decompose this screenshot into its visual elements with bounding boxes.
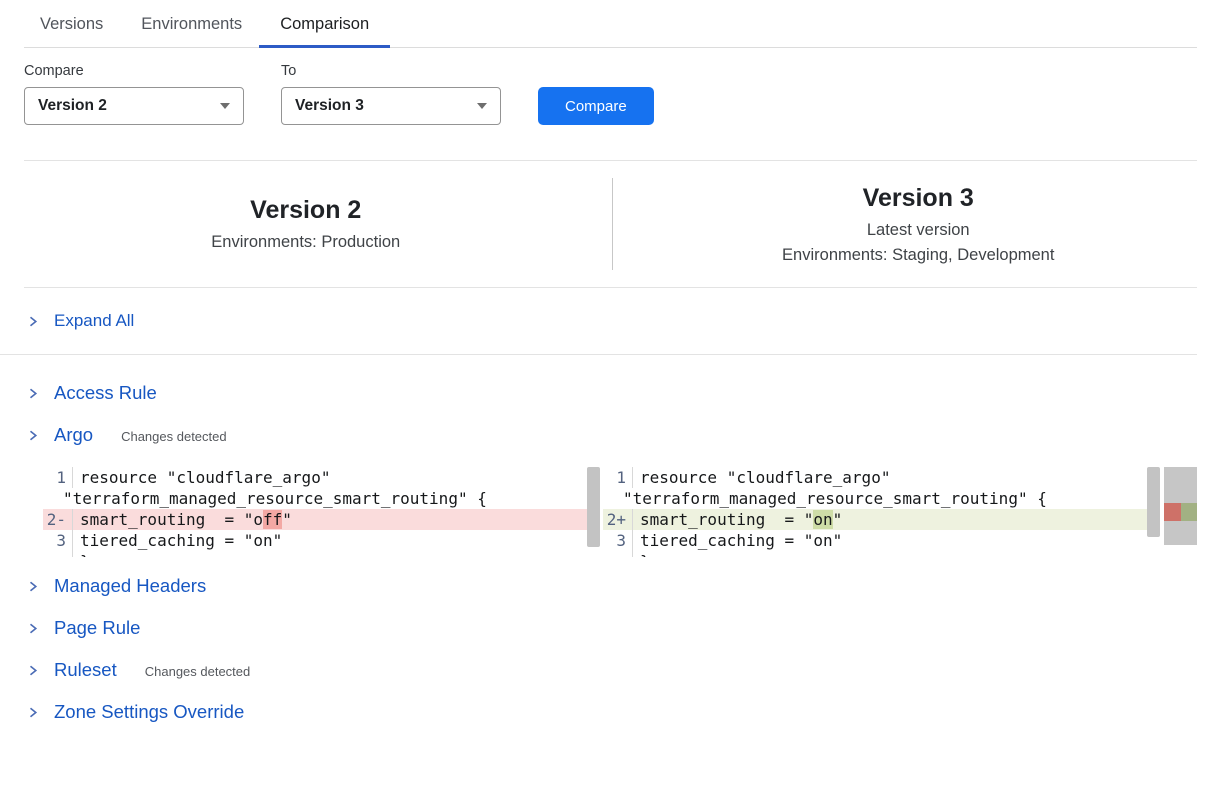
dropdown-caret-icon [220, 103, 230, 109]
compare-form: Compare Version 2 To Version 3 Compare [24, 63, 1224, 125]
tab-versions[interactable]: Versions [40, 0, 103, 47]
line-number: 3 [603, 530, 633, 551]
diff-line: 1 resource "cloudflare_argo" [603, 467, 1160, 488]
diff-line: 1 resource "cloudflare_argo" [43, 467, 600, 488]
diff-line: 3 tiered_caching = "on" [603, 530, 1160, 551]
line-number [603, 551, 633, 557]
code-text: resource "cloudflare_argo" [73, 467, 330, 488]
section-managed-headers[interactable]: Managed Headers [27, 572, 1224, 600]
tab-bar: Versions Environments Comparison [24, 0, 1197, 48]
version-left-title: Version 2 [0, 196, 612, 225]
dropdown-caret-icon [477, 103, 487, 109]
section-ruleset[interactable]: Ruleset Changes detected [27, 656, 1224, 684]
version-right-title: Version 3 [613, 184, 1224, 213]
ruler-removed-marker [1164, 503, 1181, 521]
section-label: Zone Settings Override [54, 701, 244, 723]
diff-line-added: 2+ smart_routing = "on" [603, 509, 1160, 530]
section-label: Managed Headers [54, 575, 206, 597]
section-access-rule[interactable]: Access Rule [27, 379, 1224, 407]
compare-from-label: Compare [24, 63, 244, 79]
diff-line-wrap: "terraform_managed_resource_smart_routin… [603, 488, 1160, 509]
version-right-latest: Latest version [613, 221, 1224, 240]
chevron-right-icon [27, 664, 39, 677]
line-number: 2- [43, 509, 73, 530]
diff-line: } [603, 551, 1160, 557]
chevron-right-icon [27, 429, 39, 442]
changes-detected-badge: Changes detected [121, 426, 227, 444]
diff-overview-ruler[interactable] [1164, 467, 1197, 545]
changes-detected-badge: Changes detected [145, 661, 251, 679]
compare-from-value: Version 2 [38, 97, 107, 115]
line-number: 2+ [603, 509, 633, 530]
compare-to-select[interactable]: Version 3 [281, 87, 501, 125]
compare-to-group: To Version 3 [281, 63, 501, 125]
code-text: tiered_caching = "on" [73, 530, 282, 551]
code-text: tiered_caching = "on" [633, 530, 842, 551]
tab-versions-label: Versions [40, 15, 103, 33]
diff-line-removed: 2- smart_routing = "off" [43, 509, 600, 530]
tab-comparison[interactable]: Comparison [280, 0, 369, 47]
code-text: "terraform_managed_resource_smart_routin… [623, 488, 1047, 509]
compare-to-value: Version 3 [295, 97, 364, 115]
removed-token: ff [263, 510, 282, 529]
code-text: resource "cloudflare_argo" [633, 467, 890, 488]
version-right-environments: Environments: Staging, Development [613, 246, 1224, 265]
version-panel-right: Version 3 Latest version Environments: S… [613, 184, 1224, 265]
code-text: smart_routing = "off" [73, 509, 292, 530]
line-number: 1 [603, 467, 633, 488]
line-number: 1 [43, 467, 73, 488]
code-text: smart_routing = "on" [633, 509, 842, 530]
tab-environments[interactable]: Environments [141, 0, 242, 47]
comparison-page: Versions Environments Comparison Compare… [0, 0, 1224, 788]
compare-button[interactable]: Compare [538, 87, 654, 125]
expand-all-button[interactable]: Expand All [0, 288, 1197, 355]
section-label: Access Rule [54, 382, 157, 404]
diff-editor-right[interactable]: 1 resource "cloudflare_argo" "terraform_… [603, 467, 1160, 557]
section-label: Ruleset [54, 659, 117, 681]
section-page-rule[interactable]: Page Rule [27, 614, 1224, 642]
diff-line-wrap: "terraform_managed_resource_smart_routin… [43, 488, 600, 509]
version-panel-left: Version 2 Environments: Production [0, 196, 612, 252]
chevron-right-icon [27, 315, 39, 328]
scrollbar[interactable] [1147, 467, 1160, 537]
code-text: } [633, 551, 650, 557]
chevron-right-icon [27, 387, 39, 400]
section-label: Argo [54, 424, 93, 446]
code-text: } [73, 551, 90, 557]
argo-diff-viewer: 1 resource "cloudflare_argo" "terraform_… [43, 467, 1197, 557]
diff-line: 3 tiered_caching = "on" [43, 530, 600, 551]
chevron-right-icon [27, 706, 39, 719]
scrollbar[interactable] [587, 467, 600, 547]
chevron-right-icon [27, 580, 39, 593]
line-number [43, 551, 73, 557]
compare-from-select[interactable]: Version 2 [24, 87, 244, 125]
chevron-right-icon [27, 622, 39, 635]
version-headers: Version 2 Environments: Production Versi… [0, 161, 1224, 287]
expand-all-label: Expand All [54, 311, 134, 331]
line-number: 3 [43, 530, 73, 551]
diff-line: } [43, 551, 600, 557]
active-tab-underline [259, 45, 390, 48]
compare-to-label: To [281, 63, 501, 79]
version-left-environments: Environments: Production [0, 233, 612, 252]
diff-editor-left[interactable]: 1 resource "cloudflare_argo" "terraform_… [43, 467, 600, 557]
compare-from-group: Compare Version 2 [24, 63, 244, 125]
tab-comparison-label: Comparison [280, 15, 369, 33]
ruler-added-marker [1181, 503, 1197, 521]
tab-environments-label: Environments [141, 15, 242, 33]
section-argo[interactable]: Argo Changes detected [27, 421, 1224, 449]
added-token: on [813, 510, 832, 529]
section-label: Page Rule [54, 617, 140, 639]
code-text: "terraform_managed_resource_smart_routin… [63, 488, 487, 509]
section-zone-settings-override[interactable]: Zone Settings Override [27, 698, 1224, 726]
